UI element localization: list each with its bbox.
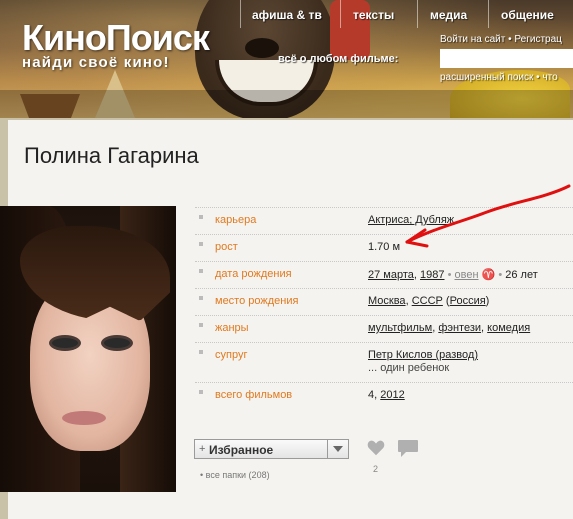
nav-item-community[interactable]: общение (501, 8, 554, 22)
city-link[interactable]: Москва (368, 295, 406, 307)
site-tagline: найди своё кино! (22, 54, 170, 71)
row-bullet (199, 296, 203, 300)
row-bullet (199, 242, 203, 246)
plus-icon: + (199, 443, 206, 455)
search-input[interactable] (440, 49, 573, 68)
separator-bullet: • (495, 269, 506, 281)
favorites-label: Избранное (209, 443, 274, 457)
eye-shape (104, 338, 130, 348)
info-row-spouse: супруг Петр Кислов (развод) ... один реб… (195, 342, 573, 383)
nav-separator (240, 0, 241, 28)
advanced-search-link[interactable]: расширенный поиск (440, 72, 533, 83)
info-row-genres: жанры мультфильм, фэнтези, комедия (195, 315, 573, 343)
info-row-birthdate: дата рождения 27 марта, 1987 • овен ♈ • … (195, 261, 573, 289)
age-text: 26 лет (505, 269, 538, 281)
annotation-arrow (405, 184, 571, 248)
info-label: место рождения (215, 295, 299, 307)
bear-nose (245, 38, 279, 58)
country2-link[interactable]: Россия (450, 295, 486, 307)
info-value: мультфильм, фэнтези, комедия (368, 322, 530, 334)
site-logo[interactable]: КиноПоиск (22, 20, 210, 56)
info-value: Москва, СССР (Россия) (368, 295, 489, 307)
main-nav: афиша & тв тексты медиа общение (240, 0, 573, 28)
favorites-dropdown[interactable]: + Избранное (194, 439, 349, 459)
favorites-toggle[interactable] (327, 440, 348, 458)
row-bullet (199, 323, 203, 327)
info-label: дата рождения (215, 268, 292, 280)
folders-label: все папки (208) (205, 470, 270, 480)
nav-separator (340, 0, 341, 28)
genre-link[interactable]: мультфильм (368, 322, 432, 334)
info-label: карьера (215, 214, 257, 226)
info-value: 4, 2012 (368, 389, 405, 401)
heart-icon[interactable] (367, 439, 385, 457)
site-header: КиноПоиск найди своё кино! афиша & тв те… (0, 0, 573, 118)
birthyear-link[interactable]: 1987 (420, 269, 444, 281)
person-photo[interactable] (0, 206, 176, 492)
more-link[interactable]: что (542, 72, 557, 83)
header-band (0, 90, 573, 118)
eye-shape (52, 338, 78, 348)
likes-count: 2 (373, 464, 379, 474)
info-label: всего фильмов (215, 389, 293, 401)
paren: ) (485, 295, 490, 307)
info-row-films: всего фильмов 4, 2012 (195, 382, 573, 410)
nav-separator (417, 0, 418, 28)
children-text: ... один ребенок (368, 362, 450, 374)
search-links: расширенный поиск • что (440, 72, 558, 83)
chevron-down-icon (333, 446, 343, 452)
nav-item-media[interactable]: медиа (430, 8, 467, 22)
birthdate-link[interactable]: 27 марта (368, 269, 414, 281)
aries-icon: ♈ (481, 269, 496, 281)
info-label: жанры (215, 322, 249, 334)
row-bullet (199, 215, 203, 219)
nav-separator (488, 0, 489, 28)
row-bullet (199, 269, 203, 273)
country-link[interactable]: СССР (412, 295, 443, 307)
nav-item-texts[interactable]: тексты (353, 8, 394, 22)
auth-links: Войти на сайт • Регистрац (440, 34, 562, 45)
spouse-link[interactable]: Петр Кислов (развод) (368, 349, 478, 361)
page-title: Полина Гагарина (24, 143, 199, 168)
info-row-birthplace: место рождения Москва, СССР (Россия) (195, 288, 573, 316)
info-value: 27 марта, 1987 • овен ♈ • 26 лет (368, 268, 538, 281)
row-bullet (199, 350, 203, 354)
register-link[interactable]: Регистрац (514, 34, 561, 45)
comment-icon[interactable] (397, 439, 419, 459)
lips-shape (62, 411, 106, 425)
login-link[interactable]: Войти на сайт (440, 34, 505, 45)
row-bullet (199, 390, 203, 394)
genre-link[interactable]: комедия (487, 322, 530, 334)
nav-item-afisha[interactable]: афиша & тв (252, 8, 322, 22)
genre-link[interactable]: фэнтези (438, 322, 481, 334)
info-value[interactable]: Петр Кислов (развод) (368, 349, 478, 361)
info-label: супруг (215, 349, 248, 361)
folders-link[interactable]: • все папки (208) (200, 470, 270, 480)
info-label: рост (215, 241, 238, 253)
search-label: всё о любом фильме: (278, 53, 399, 65)
zodiac-link[interactable]: овен (454, 269, 478, 281)
films-year-link[interactable]: 2012 (380, 389, 404, 401)
